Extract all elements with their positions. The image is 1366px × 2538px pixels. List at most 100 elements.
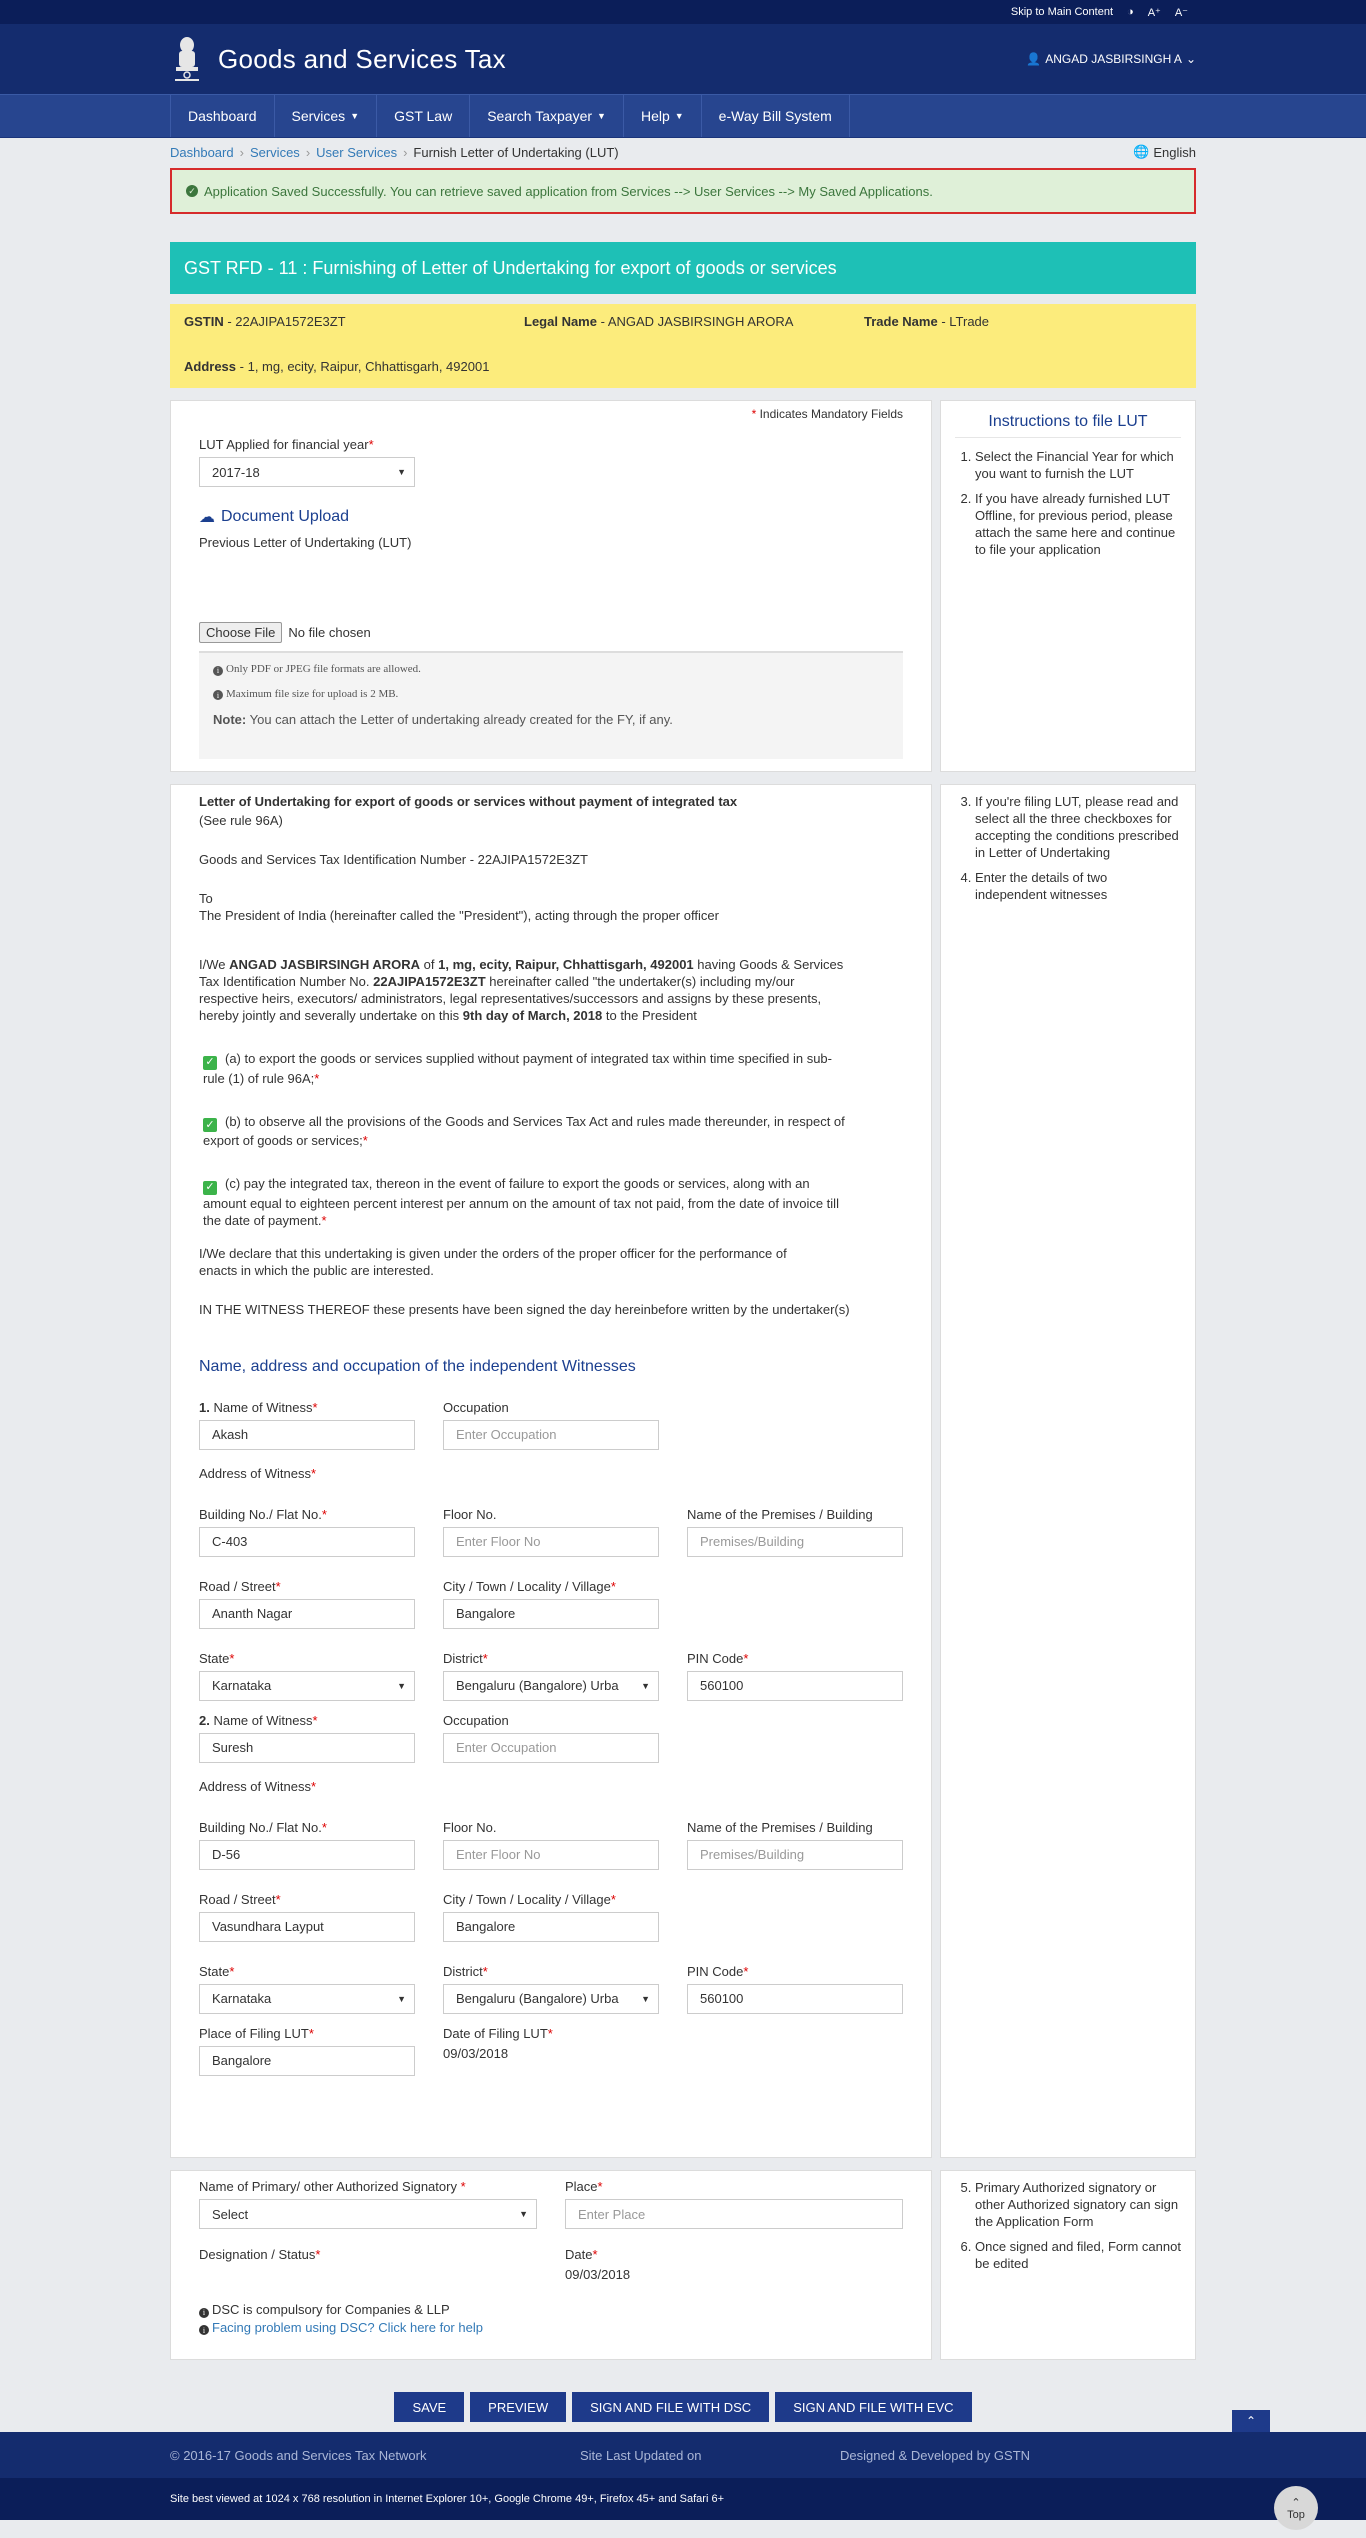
- preview-button[interactable]: PREVIEW: [470, 2392, 567, 2422]
- choose-file-button[interactable]: Choose File: [199, 622, 283, 643]
- witness-1-state-select[interactable]: Karnataka ▼: [199, 1670, 415, 1701]
- breadcrumb: Dashboard › Services › User Services › Furn…: [170, 144, 1196, 160]
- condition-c[interactable]: ✓ (c) pay the integrated tax, thereon in …: [199, 1175, 849, 1229]
- signatory-section: Name of Primary/ other Authorized Signat…: [170, 2170, 932, 2360]
- lut-witness-clause: IN THE WITNESS THEREOF these presents ha…: [199, 1301, 850, 1317]
- witness-1-occupation-input[interactable]: Enter Occupation: [443, 1419, 659, 1450]
- chevron-up-icon[interactable]: ⌃: [1232, 2410, 1270, 2432]
- alert-text: Application Saved Successfully. You can …: [204, 183, 933, 199]
- nav-search-taxpayer[interactable]: Search Taxpayer ▼: [470, 95, 624, 137]
- condition-a[interactable]: ✓ (a) to export the goods or services sup…: [199, 1050, 849, 1087]
- legal-name-info: Legal Name - ANGAD JASBIRSINGH ARORA: [524, 314, 794, 329]
- user-menu[interactable]: 👤 ANGAD JASBIRSINGH A ⌄: [1026, 52, 1196, 66]
- witness-1-address-row1: Building No./ Flat No.* C-403 Floor No. En…: [199, 1507, 903, 1557]
- font-increase-button[interactable]: A⁺: [1148, 6, 1161, 19]
- caret-down-icon: ▼: [350, 111, 360, 121]
- filing-place-input[interactable]: Bangalore: [199, 2045, 415, 2076]
- witness-1-building-input[interactable]: C-403: [199, 1526, 415, 1557]
- witness-2-premises-input[interactable]: Premises/Building: [687, 1839, 903, 1870]
- nav-label: Dashboard: [188, 108, 257, 124]
- breadcrumb-dashboard[interactable]: Dashboard: [170, 145, 234, 160]
- witness-2-floor-input[interactable]: Enter Floor No: [443, 1839, 659, 1870]
- signatory-date: 09/03/2018: [565, 2267, 631, 2282]
- instructions-panel-2: If you're filing LUT, please read and se…: [940, 784, 1196, 2158]
- site-title[interactable]: Goods and Services Tax: [218, 44, 506, 75]
- instruction-item: Select the Financial Year for which you …: [975, 448, 1181, 482]
- fy-select[interactable]: 2017-18 ▼: [199, 457, 415, 487]
- condition-b[interactable]: ✓ (b) to observe all the provisions of th…: [199, 1113, 849, 1150]
- witness-1-city-input[interactable]: Bangalore: [443, 1598, 659, 1629]
- font-decrease-button[interactable]: A⁻: [1175, 6, 1188, 19]
- no-file-text: No file chosen: [288, 625, 371, 640]
- info-icon: i: [213, 690, 223, 700]
- witness-2-occupation-input[interactable]: Enter Occupation: [443, 1732, 659, 1763]
- best-view-note: Site best viewed at 1024 x 768 resolutio…: [170, 2493, 725, 2505]
- signatory-place-input[interactable]: Enter Place: [565, 2199, 903, 2229]
- instruction-item: If you're filing LUT, please read and se…: [975, 793, 1181, 861]
- form-title: GST RFD - 11 : Furnishing of Letter of U…: [170, 242, 1196, 294]
- nav-eway-bill[interactable]: e-Way Bill System: [702, 95, 850, 137]
- checkbox-checked-icon[interactable]: ✓: [203, 1180, 217, 1195]
- breadcrumb-services[interactable]: Services: [250, 145, 300, 160]
- document-upload-heading: ☁ Document Upload: [199, 508, 350, 526]
- checkbox-checked-icon[interactable]: ✓: [203, 1055, 217, 1070]
- witness-2-building-input[interactable]: D-56: [199, 1839, 415, 1870]
- nav-help[interactable]: Help ▼: [624, 95, 702, 137]
- instruction-item: If you have already furnished LUT Offlin…: [975, 490, 1181, 558]
- sign-dsc-button[interactable]: SIGN AND FILE WITH DSC: [572, 2392, 770, 2422]
- signatory-select[interactable]: Select ▼: [199, 2199, 537, 2229]
- caret-down-icon: ▼: [597, 111, 606, 121]
- witness-1-name-input[interactable]: Akash: [199, 1419, 415, 1450]
- witness-1-road-input[interactable]: Ananth Nagar: [199, 1598, 415, 1629]
- witness-1-pin-input[interactable]: 560100: [687, 1670, 903, 1701]
- witness-2-district-select[interactable]: Bengaluru (Bangalore) Urba ▼: [443, 1983, 659, 2014]
- checkbox-checked-icon[interactable]: ✓: [203, 1118, 217, 1132]
- instruction-item: Once signed and filed, Form cannot be ed…: [975, 2238, 1181, 2272]
- save-button[interactable]: SAVE: [394, 2392, 465, 2422]
- instructions-panel-3: Primary Authorized signatory or other Au…: [940, 2170, 1196, 2360]
- nav-services[interactable]: Services ▼: [275, 95, 378, 137]
- witness-1-premises-input[interactable]: Premises/Building: [687, 1526, 903, 1557]
- witness-section-title: Name, address and occupation of the inde…: [199, 1357, 636, 1375]
- lut-heading: Letter of Undertaking for export of good…: [199, 794, 738, 809]
- witness-2-city-input[interactable]: Bangalore: [443, 1911, 659, 1942]
- witness-1-name-row: 1. Name of Witness* Akash Occupation Enter…: [199, 1400, 903, 1450]
- nav-gst-law[interactable]: GST Law: [377, 95, 471, 137]
- footer: ⌃ © 2016-17 Goods and Services Tax Netwo…: [0, 2410, 1366, 2478]
- back-to-top-button[interactable]: ⌃ Top: [1274, 2486, 1318, 2530]
- nav-label: Search Taxpayer: [487, 108, 593, 124]
- instructions-panel: Instructions to file LUT Select the Fina…: [940, 400, 1196, 772]
- witness-2-address-row3: State* Karnataka ▼ District* Bengaluru (Ban…: [199, 1964, 903, 2014]
- witness-1-address-label: Address of Witness*: [199, 1465, 317, 1481]
- nav-label: Services: [291, 108, 346, 124]
- language-selector[interactable]: 🌐 English: [1133, 144, 1196, 160]
- instruction-item: Enter the details of two independent wit…: [975, 869, 1181, 903]
- top-strip: Skip to Main Content ◑ A⁺ A⁻: [0, 0, 1366, 24]
- contrast-icon[interactable]: ◑: [1127, 6, 1134, 18]
- footer-designed: Designed & Developed by GSTN: [840, 2447, 1031, 2463]
- emblem-logo-icon[interactable]: [170, 35, 204, 83]
- witness-1-floor-input[interactable]: Enter Floor No: [443, 1526, 659, 1557]
- skip-to-main-link[interactable]: Skip to Main Content: [1011, 6, 1113, 18]
- nav-dashboard[interactable]: Dashboard: [170, 95, 275, 137]
- sign-evc-button[interactable]: SIGN AND FILE WITH EVC: [775, 2392, 972, 2422]
- chevron-down-icon: ⌄: [1185, 52, 1196, 66]
- witness-2-name-input[interactable]: Suresh: [199, 1732, 415, 1763]
- dsc-help-link[interactable]: Facing problem using DSC? Click here for…: [212, 2320, 483, 2335]
- success-alert: ✓ Application Saved Successfully. You ca…: [170, 168, 1196, 214]
- witness-2-state-select[interactable]: Karnataka ▼: [199, 1983, 415, 2014]
- taxpayer-info: GSTIN - 22AJIPA1572E3ZT Legal Name - ANG…: [170, 304, 1196, 388]
- witness-1-district-select[interactable]: Bengaluru (Bangalore) Urba ▼: [443, 1670, 659, 1701]
- filing-row: Place of Filing LUT* Bangalore Date of Fi…: [199, 2026, 903, 2076]
- mandatory-note: * Indicates Mandatory Fields: [751, 407, 903, 421]
- breadcrumb-user-services[interactable]: User Services: [316, 145, 397, 160]
- action-buttons: SAVE PREVIEW SIGN AND FILE WITH DSC SIGN…: [170, 2392, 1196, 2422]
- lut-declaration: I/We declare that this undertaking is gi…: [199, 1245, 787, 1278]
- fy-label: LUT Applied for financial year*: [199, 437, 374, 452]
- bottom-bar: Site best viewed at 1024 x 768 resolutio…: [0, 2478, 1366, 2530]
- witness-2-pin-input[interactable]: 560100: [687, 1983, 903, 2014]
- designation-label: Designation / Status*: [199, 2247, 321, 2262]
- upload-notes: i Only PDF or JPEG file formats are allow…: [199, 651, 903, 759]
- witness-1-address-row2: Road / Street* Ananth Nagar City / Town /…: [199, 1579, 903, 1629]
- witness-2-road-input[interactable]: Vasundhara Layput: [199, 1911, 415, 1942]
